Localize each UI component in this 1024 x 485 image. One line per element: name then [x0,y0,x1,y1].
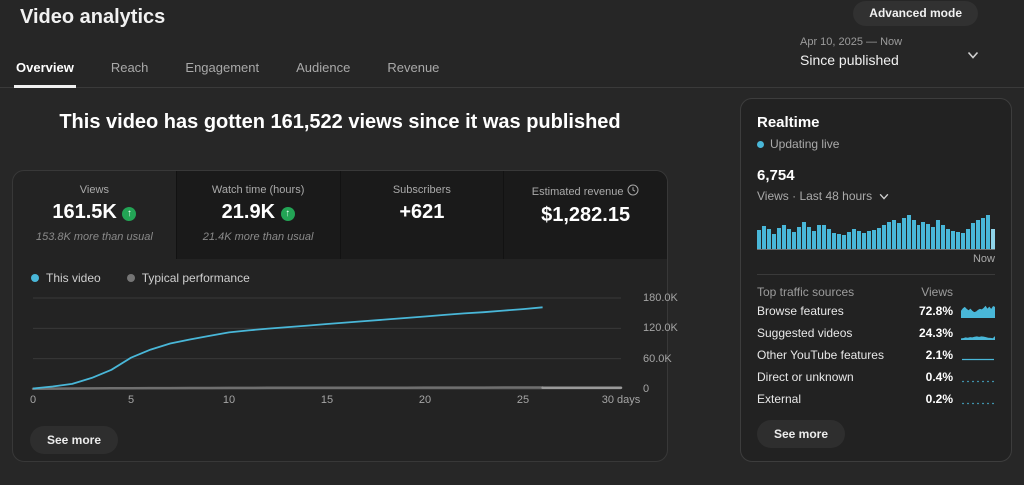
legend-label: Typical performance [142,271,250,285]
chevron-down-icon[interactable] [966,48,980,62]
realtime-card: Realtime Updating live 6,754 Views · Las… [740,98,1012,462]
header: Video analytics Advanced mode Overview R… [0,0,1024,88]
metric-card-estimated-revenue[interactable]: Estimated revenue $1,282.15 [504,171,667,259]
chart-legend: This video Typical performance [31,271,250,285]
traffic-source-label: Direct or unknown [757,370,909,384]
metric-value: $1,282.15 [504,204,667,227]
date-range-selector[interactable]: Apr 10, 2025 — Now Since published [800,36,902,68]
metric-value: 21.9K ↑ [177,201,340,224]
y-axis-labels: 180.0K120.0K60.0K0 [643,289,689,393]
legend-typical-performance: Typical performance [127,271,250,285]
metric-label: Watch time (hours) [177,184,340,196]
metric-comparison: 153.8K more than usual [13,231,176,243]
realtime-see-more-button[interactable]: See more [757,420,845,448]
realtime-status-label: Updating live [770,137,839,151]
overview-analytics-card: Views 161.5K ↑ 153.8K more than usual Wa… [12,170,668,462]
metric-card-watch-time[interactable]: Watch time (hours) 21.9K ↑ 21.4K more th… [177,171,341,259]
clock-icon [627,184,639,199]
traffic-row-direct-or-unknown[interactable]: Direct or unknown 0.4% [757,366,995,388]
trend-up-icon: ↑ [122,207,136,221]
realtime-status: Updating live [757,137,995,151]
traffic-sparkline [961,303,995,319]
advanced-mode-button[interactable]: Advanced mode [853,1,978,26]
traffic-source-label: Browse features [757,304,909,318]
metric-comparison: 21.4K more than usual [177,231,340,243]
tab-engagement[interactable]: Engagement [183,51,261,88]
traffic-row-external[interactable]: External 0.2% [757,388,995,410]
metric-value: +621 [341,201,504,224]
traffic-source-value: 2.1% [909,348,953,362]
realtime-now-label: Now [757,253,995,265]
metric-card-views[interactable]: Views 161.5K ↑ 153.8K more than usual [13,171,177,259]
traffic-row-browse-features[interactable]: Browse features 72.8% [757,300,995,322]
see-more-button[interactable]: See more [30,426,118,454]
traffic-sources-header: Top traffic sources Views [757,284,995,300]
legend-dot-gray [127,274,135,282]
legend-dot-blue [31,274,39,282]
tab-revenue[interactable]: Revenue [385,51,441,88]
views-chart-svg [23,289,635,393]
traffic-sparkline [961,391,995,407]
traffic-source-label: Other YouTube features [757,348,909,362]
traffic-source-label: Suggested videos [757,326,909,340]
video-analytics-page: Video analytics Advanced mode Overview R… [0,0,1024,485]
realtime-title: Realtime [757,114,995,131]
traffic-source-value: 24.3% [909,326,953,340]
traffic-row-other-youtube-features[interactable]: Other YouTube features 2.1% [757,344,995,366]
page-title: Video analytics [20,6,165,29]
date-range-label: Since published [800,52,902,68]
traffic-row-suggested-videos[interactable]: Suggested videos 24.3% [757,322,995,344]
analytics-tab-bar: Overview Reach Engagement Audience Reven… [14,51,441,88]
realtime-bar-chart[interactable] [757,214,995,250]
tab-audience[interactable]: Audience [294,51,352,88]
traffic-sparkline [961,347,995,363]
metric-label: Views [13,184,176,196]
traffic-header-views: Views [909,285,953,299]
headline: This video has gotten 161,522 views sinc… [12,111,668,134]
realtime-view-count: 6,754 [757,167,995,184]
realtime-views-caption[interactable]: Views · Last 48 hours [757,189,995,203]
traffic-header-source: Top traffic sources [757,285,909,299]
live-dot-icon [757,141,764,148]
views-line-chart[interactable]: 051015202530 days 180.0K120.0K60.0K0 [23,289,667,421]
traffic-source-value: 0.2% [909,392,953,406]
metric-label: Estimated revenue [504,184,667,199]
legend-this-video: This video [31,271,101,285]
traffic-source-value: 72.8% [909,304,953,318]
traffic-source-label: External [757,392,909,406]
tab-overview[interactable]: Overview [14,51,76,88]
divider [757,274,995,275]
legend-label: This video [46,271,101,285]
chevron-down-icon[interactable] [878,190,890,202]
metric-card-strip: Views 161.5K ↑ 153.8K more than usual Wa… [13,171,667,259]
metric-value: 161.5K ↑ [13,201,176,224]
metric-label: Subscribers [341,184,504,196]
date-range-text: Apr 10, 2025 — Now [800,36,902,48]
realtime-caption-label: Views · Last 48 hours [757,189,872,203]
traffic-sparkline [961,369,995,385]
trend-up-icon: ↑ [281,207,295,221]
tab-reach[interactable]: Reach [109,51,151,88]
x-axis-labels: 051015202530 days [23,394,635,408]
metric-card-subscribers[interactable]: Subscribers +621 [341,171,505,259]
traffic-source-value: 0.4% [909,370,953,384]
traffic-sparkline [961,325,995,341]
traffic-header-spacer [961,284,995,300]
